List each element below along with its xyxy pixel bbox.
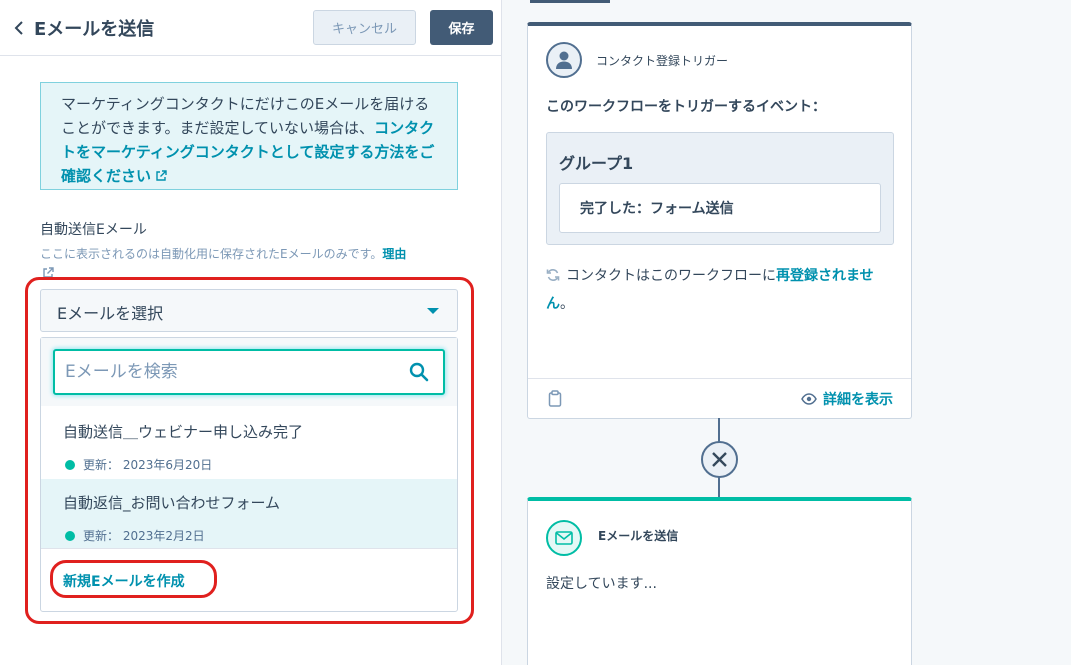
dropdown-search-area [41, 338, 457, 406]
email-search-input[interactable] [65, 351, 395, 393]
info-alert: マーケティングコンタクトにだけこのEメールを届けることができます。まだ設定してい… [40, 82, 458, 190]
why-help-link[interactable]: 理由 [382, 247, 406, 261]
action-avatar [546, 520, 582, 556]
trigger-card-title: コンタクト登録トリガー [596, 54, 729, 68]
delete-step-button[interactable] [701, 441, 738, 478]
trigger-description: このワークフローをトリガーするイベント： [546, 99, 826, 115]
send-email-action-card[interactable]: Eメールを送信 設定しています... [527, 497, 912, 665]
close-icon [712, 452, 727, 467]
email-option[interactable]: 自動返信_お問い合わせフォーム 更新： 2023年2月2日 [41, 479, 457, 549]
create-email-link[interactable]: 新規Eメールを作成 [63, 571, 185, 591]
cancel-button[interactable]: キャンセル [313, 10, 416, 45]
user-icon [556, 51, 572, 69]
panel-title: Eメールを送信 [34, 19, 155, 40]
email-option-meta: 更新： 2023年6月20日 [65, 456, 212, 473]
action-status-text: 設定しています... [546, 576, 657, 592]
field-help-text: ここに表示されるのは自動化用に保存されたEメールのみです。理由 [40, 244, 460, 284]
view-details-link[interactable]: 詳細を表示 [801, 389, 893, 409]
previous-card-edge [530, 0, 610, 3]
side-panel: Eメールを送信 キャンセル 保存 マーケティングコンタクトにだけこのEメールを届… [0, 0, 502, 665]
group-title: グループ1 [559, 154, 634, 173]
caret-down-icon [427, 308, 439, 314]
trigger-condition: 完了した：フォーム送信 [559, 183, 881, 233]
trigger-group: グループ1 完了した：フォーム送信 [546, 132, 894, 245]
search-field-wrapper [53, 349, 445, 395]
email-option-title: 自動返信_お問い合わせフォーム [63, 494, 281, 512]
external-link-icon[interactable] [42, 267, 54, 279]
save-button[interactable]: 保存 [430, 10, 493, 45]
status-dot [65, 531, 75, 541]
email-select-value: Eメールを選択 [57, 304, 164, 323]
external-link-icon [156, 170, 167, 181]
dropdown-divider [41, 548, 457, 549]
trigger-card[interactable]: コンタクト登録トリガー このワークフローをトリガーするイベント： グループ1 完… [527, 22, 912, 419]
trigger-avatar [546, 42, 582, 78]
email-option[interactable]: 自動送信＿ウェビナー申し込み完了 更新： 2023年6月20日 [41, 408, 457, 478]
field-label: 自動送信Eメール [40, 222, 147, 238]
clipboard-icon[interactable] [548, 390, 562, 407]
search-icon[interactable] [409, 362, 429, 382]
email-dropdown-menu: 自動送信＿ウェビナー申し込み完了 更新： 2023年6月20日 自動返信_お問い… [40, 337, 458, 612]
trigger-card-footer: 詳細を表示 [528, 378, 911, 418]
panel-header: Eメールを送信 キャンセル 保存 [0, 0, 501, 56]
email-option-meta: 更新： 2023年2月2日 [65, 527, 205, 544]
reenrollment-note: コンタクトはこのワークフローに再登録されません。 [546, 268, 874, 312]
sync-icon [546, 269, 560, 281]
email-select[interactable]: Eメールを選択 [40, 289, 458, 332]
eye-icon [801, 393, 817, 405]
status-dot [65, 460, 75, 470]
chevron-left-icon[interactable] [12, 17, 26, 39]
action-card-title: Eメールを送信 [598, 529, 679, 543]
email-option-title: 自動送信＿ウェビナー申し込み完了 [63, 423, 304, 441]
mail-icon [555, 531, 573, 545]
